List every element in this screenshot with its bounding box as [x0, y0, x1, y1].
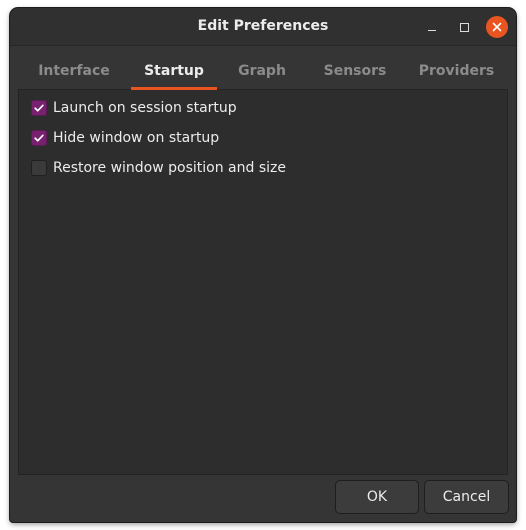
hide-window-label: Hide window on startup — [53, 130, 220, 146]
title-bar[interactable]: Edit Preferences — [10, 8, 516, 46]
startup-panel: Launch on session startup Hide window on… — [18, 90, 508, 475]
tab-startup[interactable]: Startup — [131, 52, 217, 90]
restore-window-label: Restore window position and size — [53, 160, 286, 176]
hide-window-option[interactable]: Hide window on startup — [31, 128, 219, 148]
restore-window-option[interactable]: Restore window position and size — [31, 158, 286, 178]
maximize-button[interactable] — [453, 16, 475, 38]
launch-on-startup-checkbox[interactable] — [31, 100, 47, 116]
restore-window-checkbox[interactable] — [31, 160, 47, 176]
cancel-button[interactable]: Cancel — [424, 480, 509, 514]
hide-window-checkbox[interactable] — [31, 130, 47, 146]
checkmark-icon — [34, 134, 44, 142]
maximize-icon — [459, 22, 469, 32]
close-icon — [492, 22, 502, 32]
ok-button[interactable]: OK — [335, 480, 419, 514]
minimize-button[interactable] — [421, 16, 443, 38]
tab-sensors[interactable]: Sensors — [307, 52, 403, 89]
launch-on-startup-label: Launch on session startup — [53, 100, 237, 116]
minimize-icon — [428, 29, 436, 32]
tab-bar: Interface Startup Graph Sensors Provider… — [18, 52, 508, 90]
tab-providers[interactable]: Providers — [405, 52, 508, 89]
tab-interface[interactable]: Interface — [18, 52, 130, 89]
checkmark-icon — [34, 104, 44, 112]
preferences-dialog: Edit Preferences Interface Startup Graph… — [10, 8, 516, 522]
tab-graph[interactable]: Graph — [219, 52, 305, 89]
close-button[interactable] — [486, 16, 508, 38]
launch-on-startup-option[interactable]: Launch on session startup — [31, 98, 237, 118]
